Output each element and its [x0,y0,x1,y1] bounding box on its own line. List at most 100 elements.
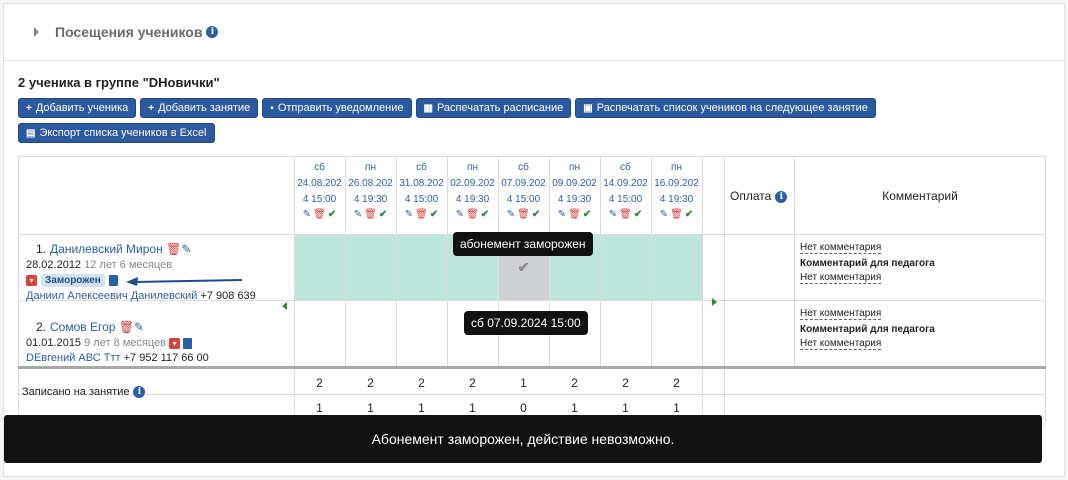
enrolled-count: 1 [520,376,527,390]
date-header[interactable]: пн 26.08.202 4 19:30 ✎ 🗑 ✔ [345,160,396,222]
check-icon[interactable]: ✔ [532,208,540,222]
frozen-tooltip: абонемент заморожен [453,232,593,256]
pencil-icon[interactable]: ✎ [609,208,617,222]
teacher-comment-label: Комментарий для педагога [800,324,935,335]
date-dow: пн [671,162,682,173]
pencil-icon[interactable]: ✎ [354,208,362,222]
teacher-comment-link[interactable]: Нет комментария [800,338,882,350]
check-icon[interactable]: ✔ [583,208,591,222]
document-icon[interactable] [108,275,118,286]
trash-icon[interactable]: 🗑 [466,208,479,222]
toolbar-row-2: ▤ Экспорт списка учеников в Excel [18,123,215,143]
parent-name-link[interactable]: Даниил Алексеевич Данилевский [26,290,197,302]
enrolled-count: 2 [418,376,425,390]
student-number: 2. [36,320,47,334]
student-birthdate: 28.02.2012 [26,259,82,271]
page: Посещения учеников i 2 ученика в группе … [0,0,1068,480]
pencil-icon[interactable]: ✎ [456,208,464,222]
trash-icon[interactable]: 🗑 [166,242,181,256]
parent-name-link[interactable]: DЕвгений АВС Ттт [26,352,121,364]
add-student-button[interactable]: + Добавить ученика [18,98,137,118]
pencil-icon[interactable]: ✎ [558,208,566,222]
document-icon[interactable] [183,337,193,349]
student-name-link[interactable]: Сомов Егор [50,320,115,334]
scroll-left-icon[interactable] [282,302,287,310]
check-icon[interactable]: ✔ [379,208,387,222]
export-excel-label: Экспорт списка учеников в Excel [39,127,207,139]
ticket-icon[interactable]: ▾ [169,337,181,349]
date-header[interactable]: сб 07.09.202 4 15:00 ✎ 🗑 ✔ [498,160,549,222]
date-time: 4 15:00 [506,194,541,205]
parent-phone: +7 908 639 [200,290,256,302]
pencil-icon[interactable]: ✎ [134,320,144,334]
student-birthdate: 01.01.2015 [26,337,82,349]
date-header[interactable]: пн 09.09.202 4 19:30 ✎ 🗑 ✔ [549,160,600,222]
annotation-arrow-icon [125,276,242,286]
comment-cell[interactable]: Нет комментария Комментарий для педагога… [794,308,1046,354]
section-header[interactable]: Посещения учеников i [4,4,1064,61]
trash-icon[interactable]: 🗑 [517,208,530,222]
comment-cell[interactable]: Нет комментария Комментарий для педагога… [794,242,1046,288]
trash-icon[interactable]: 🗑 [619,208,632,222]
enrolled-count: 2 [571,376,578,390]
date-header[interactable]: пн 02.09.202 4 19:30 ✎ 🗑 ✔ [447,160,498,222]
trash-icon[interactable]: 🗑 [568,208,581,222]
student-row: 2. Сомов Егор 🗑✎ 01.01.2015 9 лет 8 месяц… [18,320,294,364]
add-student-label: Добавить ученика [35,102,129,114]
date-header[interactable]: сб 31.08.202 4 15:00 ✎ 🗑 ✔ [396,160,447,222]
student-name-link[interactable]: Данилевский Мирон [50,242,163,256]
payment-label: Оплата [730,189,772,203]
pencil-icon[interactable]: ✎ [660,208,668,222]
info-icon[interactable]: i [775,190,788,203]
print-schedule-button[interactable]: ▦ Распечатать расписание [415,98,572,118]
group-title: 2 ученика в группе "DНовички" [18,75,220,90]
date-header[interactable]: сб 24.08.202 4 15:00 ✎ 🗑 ✔ [294,160,345,222]
enrolled-label-text: Записано на занятие [22,386,130,398]
send-notification-label: Отправить уведомление [277,102,404,114]
check-icon[interactable]: ✔ [481,208,489,222]
check-icon[interactable]: ✔ [634,208,642,222]
ticket-icon[interactable]: ▾ [26,275,37,286]
date-dow: пн [467,162,478,173]
date-value: 02.09.202 [450,178,495,189]
pencil-icon[interactable]: ✎ [507,208,515,222]
pencil-icon[interactable]: ✎ [181,242,191,256]
add-lesson-label: Добавить занятие [158,102,251,114]
trash-icon[interactable]: 🗑 [364,208,377,222]
pencil-icon[interactable]: ✎ [405,208,413,222]
date-dow: сб [620,162,631,173]
scroll-right-icon[interactable] [712,298,717,306]
attended-count: 0 [520,401,527,415]
date-dow: сб [314,162,325,173]
print-students-next-button[interactable]: ▣ Распечатать список учеников на следующе… [575,98,876,118]
date-header[interactable]: пн 16.09.202 4 19:30 ✎ 🗑 ✔ [651,160,702,222]
grid-hline [294,366,1046,369]
trash-icon[interactable]: 🗑 [670,208,683,222]
date-time: 4 15:00 [404,194,439,205]
pencil-icon[interactable]: ✎ [303,208,311,222]
date-header[interactable]: сб 14.09.202 4 15:00 ✎ 🗑 ✔ [600,160,651,222]
date-time: 4 15:00 [302,194,337,205]
add-lesson-button[interactable]: + Добавить занятие [140,98,259,118]
check-icon: ✔ [517,258,530,275]
trash-icon[interactable]: 🗑 [119,320,134,334]
teacher-comment-link[interactable]: Нет комментария [800,272,882,284]
attended-count: 1 [622,401,629,415]
info-icon[interactable]: i [206,26,219,38]
comment-link[interactable]: Нет комментария [800,242,882,254]
attended-count: 1 [673,401,680,415]
comment-link[interactable]: Нет комментария [800,308,882,320]
print-students-next-label: Распечатать список учеников на следующее… [596,102,868,114]
trash-icon[interactable]: 🗑 [313,208,326,222]
send-notification-button[interactable]: ▪ Отправить уведомление [262,98,412,118]
export-excel-button[interactable]: ▤ Экспорт списка учеников в Excel [18,123,215,143]
check-icon[interactable]: ✔ [685,208,693,222]
student-number: 1. [36,242,47,256]
enrolled-count: 2 [673,376,680,390]
check-icon[interactable]: ✔ [328,208,336,222]
check-icon[interactable]: ✔ [430,208,438,222]
info-icon[interactable]: i [133,386,146,399]
comment-header: Комментарий [882,189,958,203]
caret-right-icon[interactable] [34,27,39,37]
trash-icon[interactable]: 🗑 [415,208,428,222]
